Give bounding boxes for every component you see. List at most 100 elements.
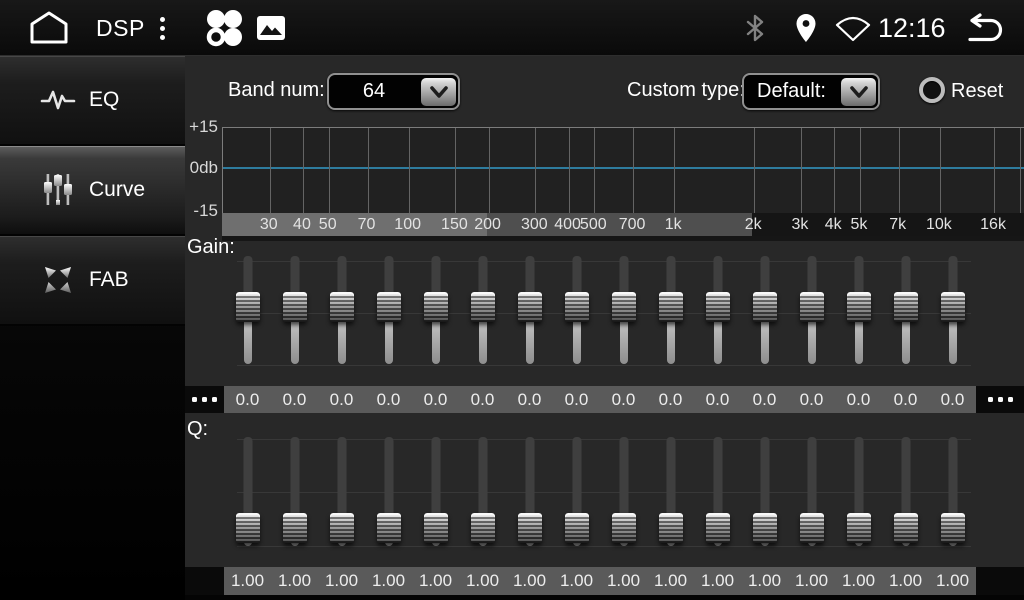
q-slider-thumb[interactable] (471, 513, 495, 543)
gain-slider-thumb[interactable] (377, 292, 401, 322)
q-more-right-button[interactable] (976, 567, 1024, 595)
gridline (994, 128, 995, 213)
sidebar-item-eq[interactable]: EQ (0, 56, 185, 146)
q-value: 1.00 (412, 567, 459, 595)
gain-slider-thumb[interactable] (706, 292, 730, 322)
gain-slider-thumb[interactable] (612, 292, 636, 322)
reset-radio-button[interactable] (919, 77, 945, 103)
q-slider[interactable] (882, 430, 929, 566)
gain-slider-thumb[interactable] (330, 292, 354, 322)
q-slider-thumb[interactable] (894, 513, 918, 543)
gain-slider-thumb[interactable] (847, 292, 871, 322)
back-icon[interactable] (960, 0, 1008, 56)
gain-slider[interactable] (929, 250, 976, 384)
freq-tick-label: 5k (850, 213, 867, 236)
q-slider-thumb[interactable] (847, 513, 871, 543)
gain-slider-thumb[interactable] (894, 292, 918, 322)
q-slider-thumb[interactable] (518, 513, 542, 543)
sidebar-item-fab[interactable]: FAB (0, 236, 185, 326)
gain-slider-thumb[interactable] (753, 292, 777, 322)
gain-slider[interactable] (318, 250, 365, 384)
gain-slider-thumb[interactable] (565, 292, 589, 322)
y-axis-label-zero: 0db (185, 158, 218, 178)
frequency-axis[interactable]: 304050701001502003004005007001k2k3k4k5k7… (222, 213, 1024, 236)
q-slider[interactable] (788, 430, 835, 566)
custom-type-dropdown[interactable]: Default: (742, 73, 880, 110)
q-slider[interactable] (694, 430, 741, 566)
gain-slider-thumb[interactable] (471, 292, 495, 322)
apps-clover-icon[interactable] (203, 0, 245, 56)
gain-value: 0.0 (271, 386, 318, 413)
q-slider[interactable] (741, 430, 788, 566)
q-slider-thumb[interactable] (659, 513, 683, 543)
home-icon[interactable] (26, 0, 72, 56)
q-slider-thumb[interactable] (565, 513, 589, 543)
gain-value: 0.0 (365, 386, 412, 413)
q-slider-thumb[interactable] (424, 513, 448, 543)
eq-curve-plot[interactable] (222, 127, 1024, 213)
gain-slider[interactable] (788, 250, 835, 384)
gain-slider[interactable] (506, 250, 553, 384)
q-value: 1.00 (929, 567, 976, 595)
q-slider-thumb[interactable] (753, 513, 777, 543)
gain-slider[interactable] (600, 250, 647, 384)
gain-slider[interactable] (835, 250, 882, 384)
q-slider-thumb[interactable] (236, 513, 260, 543)
q-slider[interactable] (600, 430, 647, 566)
gain-slider-thumb[interactable] (941, 292, 965, 322)
q-slider[interactable] (412, 430, 459, 566)
chevron-down-icon[interactable] (421, 78, 456, 106)
q-more-left-button[interactable] (185, 567, 224, 595)
q-slider[interactable] (506, 430, 553, 566)
q-slider-thumb[interactable] (377, 513, 401, 543)
q-slider[interactable] (835, 430, 882, 566)
wifi-icon[interactable] (834, 0, 872, 56)
freq-tick-label: 3k (792, 213, 809, 236)
gain-more-left-button[interactable] (185, 386, 224, 413)
gain-slider[interactable] (271, 250, 318, 384)
q-slider[interactable] (224, 430, 271, 566)
gain-slider-thumb[interactable] (659, 292, 683, 322)
reset-label: Reset (951, 80, 1003, 103)
gain-slider-thumb[interactable] (236, 292, 260, 322)
gain-slider[interactable] (459, 250, 506, 384)
gain-slider[interactable] (882, 250, 929, 384)
q-slider[interactable] (929, 430, 976, 566)
band-num-dropdown[interactable]: 64 (327, 73, 460, 110)
freq-tick-label: 700 (619, 213, 646, 236)
gain-slider-thumb[interactable] (518, 292, 542, 322)
gain-slider[interactable] (412, 250, 459, 384)
gain-value: 0.0 (929, 386, 976, 413)
q-slider[interactable] (647, 430, 694, 566)
q-slider[interactable] (271, 430, 318, 566)
q-slider-thumb[interactable] (283, 513, 307, 543)
gain-slider[interactable] (741, 250, 788, 384)
gain-slider-thumb[interactable] (800, 292, 824, 322)
q-slider[interactable] (318, 430, 365, 566)
chevron-down-icon[interactable] (841, 78, 876, 106)
freq-tick-label: 100 (394, 213, 421, 236)
more-vert-icon[interactable] (160, 0, 165, 56)
gain-values-bar: 0.00.00.00.00.00.00.00.00.00.00.00.00.00… (185, 386, 1024, 413)
q-slider[interactable] (459, 430, 506, 566)
gain-slider[interactable] (553, 250, 600, 384)
q-slider-thumb[interactable] (612, 513, 636, 543)
gain-slider-thumb[interactable] (424, 292, 448, 322)
gain-slider[interactable] (224, 250, 271, 384)
bluetooth-icon[interactable] (741, 0, 769, 56)
q-slider[interactable] (553, 430, 600, 566)
gridline (1020, 128, 1021, 213)
q-slider-thumb[interactable] (706, 513, 730, 543)
q-slider-thumb[interactable] (800, 513, 824, 543)
gallery-icon[interactable] (256, 0, 286, 56)
gain-slider[interactable] (647, 250, 694, 384)
location-icon[interactable] (793, 0, 819, 56)
gain-slider[interactable] (365, 250, 412, 384)
gain-slider[interactable] (694, 250, 741, 384)
q-slider-thumb[interactable] (330, 513, 354, 543)
q-slider[interactable] (365, 430, 412, 566)
sidebar-item-curve[interactable]: Curve (0, 146, 185, 236)
gain-slider-thumb[interactable] (283, 292, 307, 322)
q-slider-thumb[interactable] (941, 513, 965, 543)
gain-more-right-button[interactable] (976, 386, 1024, 413)
